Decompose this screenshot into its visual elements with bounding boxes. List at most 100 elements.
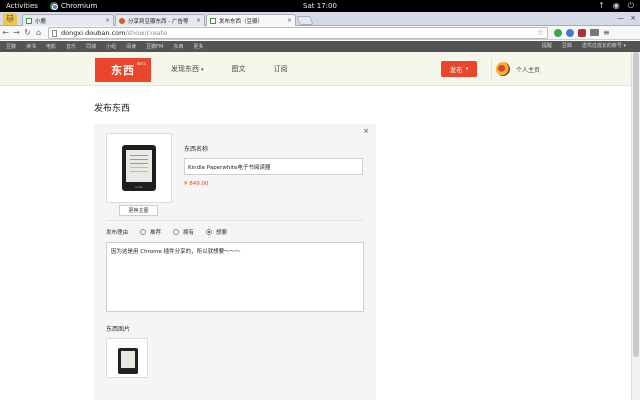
douban-nav-links: 豆瓣 读书 电影 音乐 同城 小组 阅读 豆瓣FM 东西 更多	[6, 43, 203, 50]
scrollbar-thumb[interactable]	[633, 52, 639, 357]
user-home-link[interactable]: 个人主页	[491, 58, 551, 80]
kindle-image: kindle	[122, 145, 156, 191]
tab-title: 分享到豆瓣东西 - 广告等	[128, 18, 189, 25]
logo-beta: BETA	[137, 62, 146, 66]
menu-subscribe-label: 订阅	[273, 65, 288, 73]
nav-link-read[interactable]: 阅读	[126, 43, 136, 50]
accessibility-icon[interactable]: ↑	[598, 1, 605, 11]
extension-green-icon[interactable]	[554, 28, 562, 37]
menu-articles[interactable]: 图文	[232, 64, 246, 74]
nav-reminder[interactable]: 提醒	[542, 41, 552, 52]
reason-row: 发布理由 推荐 拥有 想要	[106, 228, 227, 236]
publish-button[interactable]: 发布 ▾	[441, 61, 477, 77]
radio-circle	[173, 229, 180, 235]
page-title: 发布东西	[94, 104, 131, 114]
reload-icon[interactable]: ↻	[22, 28, 33, 37]
system-tray[interactable]: ↑ ◉ ⏻	[598, 1, 634, 11]
radio-want[interactable]: 想要	[206, 228, 227, 236]
tab-2[interactable]: 分享到豆瓣东西 - 广告等 ×	[115, 14, 205, 26]
nav-link-douban[interactable]: 豆瓣	[6, 43, 16, 50]
tab-close-icon[interactable]: ×	[105, 17, 110, 24]
radio-own[interactable]: 拥有	[173, 228, 194, 236]
nav-link-group[interactable]: 小组	[106, 43, 116, 50]
product-thumbnail[interactable]	[106, 338, 148, 378]
tab-title: 发布东西（豆瓣）	[219, 18, 264, 25]
gnome-top-bar: Activities Chromium Sat 17:00 ↑ ◉ ⏻	[0, 0, 640, 12]
chevron-down-icon: ▾	[201, 67, 204, 73]
nav-link-location[interactable]: 同城	[86, 43, 96, 50]
window-controls: — ×	[617, 14, 636, 22]
dongxi-main-menu: 发现东西 ▾ 图文 订阅	[171, 64, 316, 74]
profile-avatar-icon[interactable]: 🐱	[3, 13, 17, 25]
extension-douban-icon[interactable]	[578, 28, 586, 37]
douban-nav-right: 提醒 豆邮 透驾过成长的帐号 ▾	[542, 41, 626, 52]
radio-label: 推荐	[150, 230, 162, 236]
tab-close-icon[interactable]: ×	[287, 17, 292, 24]
tab-close-icon[interactable]: ×	[196, 17, 201, 24]
chrome-menu-icon[interactable]: ≡	[603, 28, 610, 37]
nav-link-movie[interactable]: 电影	[46, 43, 56, 50]
radio-circle	[140, 229, 147, 235]
page-icon	[52, 29, 57, 37]
back-icon[interactable]: ←	[0, 28, 11, 37]
kindle-thumbnail-image	[118, 348, 138, 374]
forward-icon[interactable]: →	[11, 28, 22, 37]
douban-favicon-icon	[26, 17, 32, 24]
nav-link-book[interactable]: 读书	[26, 43, 36, 50]
nav-link-more[interactable]: 更多	[193, 43, 203, 50]
change-main-image-button[interactable]: 更换主图	[119, 205, 158, 216]
home-icon[interactable]: ⌂	[33, 28, 44, 37]
product-main-image: kindle	[106, 133, 172, 203]
user-home-label: 个人主页	[516, 66, 541, 74]
publish-label: 发布	[449, 66, 463, 74]
app-menu[interactable]: Chromium	[49, 2, 98, 10]
menu-subscribe[interactable]: 订阅	[274, 64, 288, 74]
chevron-down-icon: ▾	[465, 66, 469, 72]
activities-button[interactable]: Activities	[6, 2, 38, 10]
avatar	[496, 62, 510, 76]
item-name-input[interactable]: Kindle Paperwhite电子书阅读器	[184, 158, 363, 175]
radio-label: 想要	[216, 230, 228, 236]
extension-icons: ≡	[554, 28, 610, 37]
tab-strip: 🐱 小鹿 × 分享到豆瓣东西 - 广告等 × 发布东西（豆瓣） × — ×	[0, 12, 640, 26]
menu-articles-label: 图文	[231, 65, 246, 73]
divider	[106, 220, 364, 221]
nav-doumail[interactable]: 豆邮	[562, 41, 572, 52]
kindle-brand: kindle	[135, 186, 143, 189]
dongxi-logo[interactable]: 东西 BETA	[95, 58, 151, 82]
screen: Activities Chromium Sat 17:00 ↑ ◉ ⏻ 🐱 小鹿…	[0, 0, 640, 400]
new-tab-button[interactable]	[296, 16, 314, 25]
minimize-icon[interactable]: —	[617, 14, 624, 22]
douban-global-nav: 豆瓣 读书 电影 音乐 同城 小组 阅读 豆瓣FM 东西 更多 提醒 豆邮 透驾…	[0, 41, 640, 52]
reason-textarea[interactable]: 因为这是用 Chrome 插件分享的，所以就想要～～～	[106, 242, 364, 312]
reason-label: 发布理由	[106, 230, 129, 236]
app-menu-label: Chromium	[60, 2, 98, 10]
menu-discover-label: 发现东西	[171, 65, 199, 73]
url-path: /show/create	[125, 29, 168, 37]
nav-link-music[interactable]: 音乐	[66, 43, 76, 50]
tab-title: 小鹿	[35, 18, 47, 25]
nav-link-fm[interactable]: 豆瓣FM	[146, 43, 163, 50]
url-host: dongxi.douban.com	[61, 29, 126, 37]
menu-discover[interactable]: 发现东西 ▾	[171, 64, 204, 74]
close-icon[interactable]: ×	[363, 127, 369, 135]
nav-account-menu[interactable]: 透驾过成长的帐号 ▾	[582, 41, 626, 52]
power-icon[interactable]: ⏻	[628, 1, 634, 11]
printer-icon[interactable]	[590, 29, 599, 36]
price-text: ¥ 849.00	[184, 181, 209, 187]
nav-link-dongxi[interactable]: 东西	[173, 43, 183, 50]
tab-1[interactable]: 小鹿 ×	[22, 14, 114, 26]
images-label: 东西图片	[106, 326, 131, 333]
chromium-icon	[49, 2, 58, 10]
close-window-icon[interactable]: ×	[630, 14, 636, 22]
radio-label: 拥有	[183, 230, 195, 236]
address-bar[interactable]: dongxi.douban.com /show/create ☆	[48, 27, 548, 39]
share-favicon-icon	[119, 17, 125, 24]
radio-recommend[interactable]: 推荐	[140, 228, 161, 236]
volume-icon[interactable]: ◉	[613, 1, 620, 11]
name-label: 东西名称	[184, 146, 209, 153]
page-scrollbar[interactable]	[631, 52, 640, 400]
extension-blue-icon[interactable]	[566, 28, 574, 37]
bookmark-star-icon[interactable]: ☆	[537, 28, 544, 37]
tab-3-active[interactable]: 发布东西（豆瓣） ×	[206, 14, 296, 26]
